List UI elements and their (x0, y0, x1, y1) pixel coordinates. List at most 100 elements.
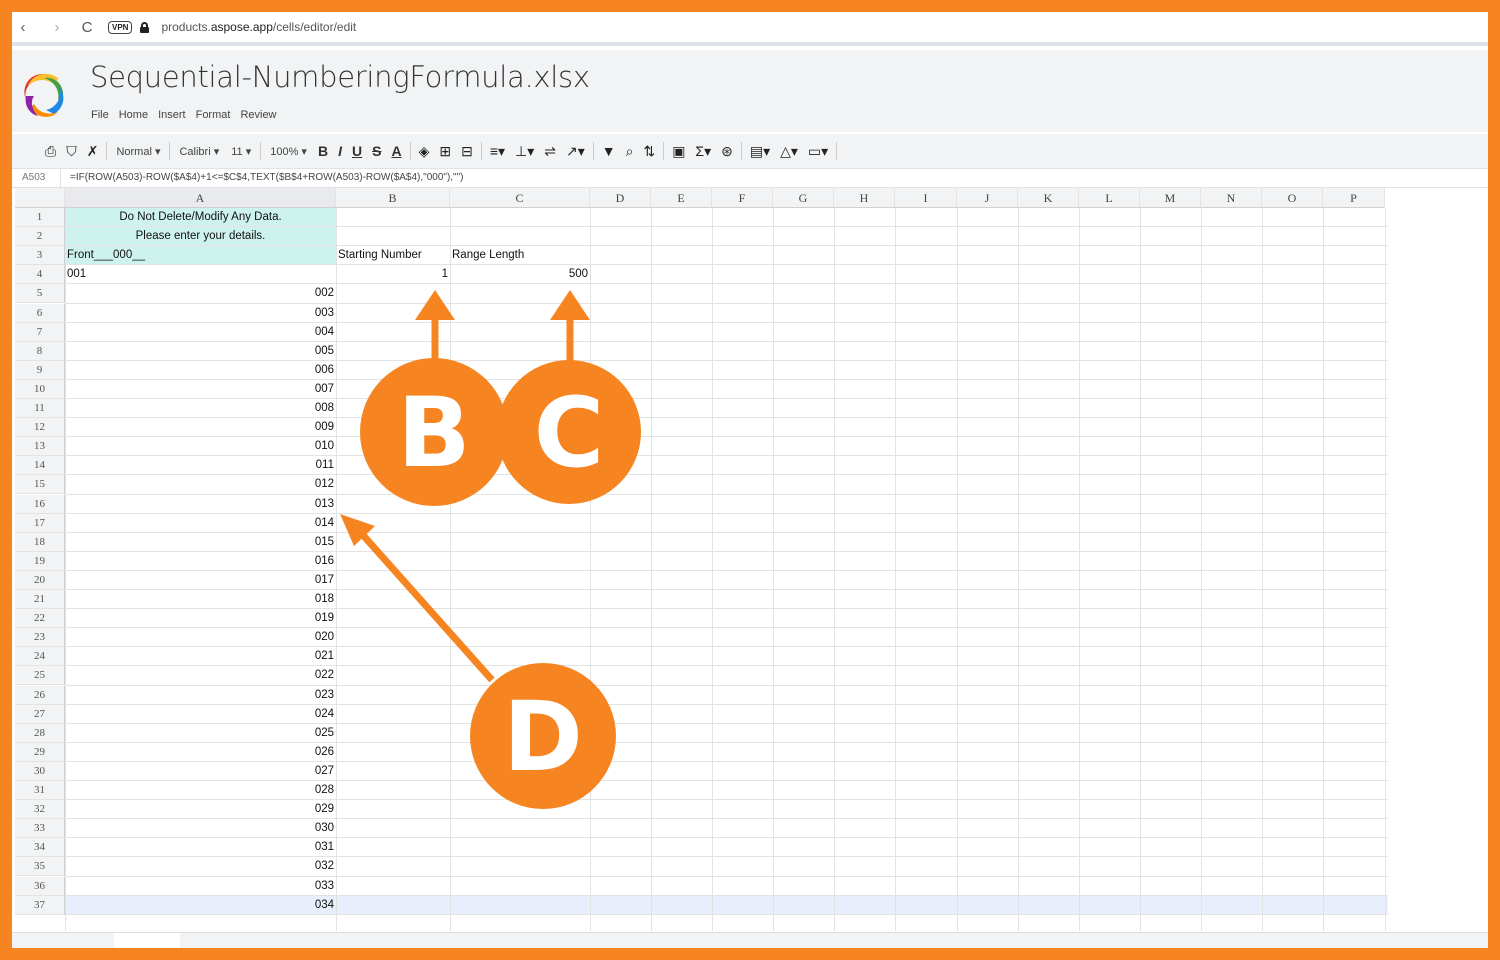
row-header-31[interactable]: 31 (15, 781, 65, 801)
style-select[interactable]: Normal ▾ (110, 145, 166, 158)
row-header-21[interactable]: 21 (15, 590, 65, 610)
vertical-align-icon[interactable]: ⊥▾ (510, 143, 539, 160)
cell-c3[interactable]: Range Length (450, 246, 590, 265)
select-all-corner[interactable] (15, 188, 65, 208)
cell-a34[interactable]: 031 (65, 838, 336, 857)
forward-button[interactable]: › (46, 19, 68, 36)
column-header-b[interactable]: B (336, 188, 450, 208)
cell-a14[interactable]: 011 (65, 456, 336, 475)
row-header-9[interactable]: 9 (15, 360, 65, 380)
cell-a21[interactable]: 018 (65, 590, 336, 609)
fill-color-icon[interactable]: ◈ (414, 143, 435, 160)
font-color-icon[interactable]: A (386, 143, 406, 159)
row-header-11[interactable]: 11 (15, 399, 65, 419)
menu-review[interactable]: Review (240, 109, 276, 121)
row-header-27[interactable]: 27 (15, 704, 65, 724)
zoom-select[interactable]: 100% ▾ (264, 145, 313, 158)
bold-icon[interactable]: B (313, 143, 333, 159)
cell-a20[interactable]: 017 (65, 571, 336, 590)
column-header-g[interactable]: G (773, 188, 834, 208)
cell-b3[interactable]: Starting Number (336, 246, 450, 265)
column-header-l[interactable]: L (1079, 188, 1140, 208)
column-header-j[interactable]: J (957, 188, 1018, 208)
row-header-33[interactable]: 33 (15, 819, 65, 839)
cell-a2[interactable]: Please enter your details. (65, 227, 336, 246)
cell-a7[interactable]: 004 (65, 323, 336, 342)
wrap-text-icon[interactable]: ⇌ (539, 143, 561, 160)
spreadsheet-grid[interactable]: A B C D E F G H I J K L M N O P 1 2 3 4 5 6 7 8 9 10 11 12 13 14 15 16 1… (15, 188, 1388, 931)
cell-a22[interactable]: 019 (65, 609, 336, 628)
menu-format[interactable]: Format (196, 109, 231, 121)
column-header-c[interactable]: C (450, 188, 590, 208)
strikethrough-icon[interactable]: S (367, 143, 386, 159)
paint-format-icon[interactable]: ⛉ (61, 143, 82, 160)
row-header-4[interactable]: 4 (15, 265, 65, 285)
menu-home[interactable]: Home (119, 109, 148, 121)
text-rotation-icon[interactable]: ↗▾ (561, 143, 590, 160)
back-button[interactable]: ‹ (12, 19, 34, 36)
cell-a32[interactable]: 029 (65, 800, 336, 819)
column-header-n[interactable]: N (1201, 188, 1262, 208)
cell-a37[interactable]: 034 (65, 896, 336, 915)
url-field[interactable]: products.aspose.app/cells/editor/edit (161, 20, 356, 34)
column-header-p[interactable]: P (1323, 188, 1385, 208)
column-header-a[interactable]: A (65, 188, 336, 208)
file-title[interactable]: Sequential-NumberingFormula.xlsx (90, 60, 590, 94)
column-header-o[interactable]: O (1262, 188, 1323, 208)
row-header-36[interactable]: 36 (15, 876, 65, 896)
cell-a6[interactable]: 003 (65, 304, 336, 323)
cell-a19[interactable]: 016 (65, 552, 336, 571)
row-header-5[interactable]: 5 (15, 284, 65, 304)
font-size-select[interactable]: 11 ▾ (225, 145, 257, 158)
sort-icon[interactable]: ⇅ (638, 143, 660, 160)
cell-a17[interactable]: 014 (65, 514, 336, 533)
lock-icon[interactable] (140, 21, 150, 33)
row-header-10[interactable]: 10 (15, 379, 65, 399)
horizontal-align-icon[interactable]: ≡▾ (485, 143, 510, 160)
underline-icon[interactable]: U (347, 143, 367, 159)
cell-a8[interactable]: 005 (65, 342, 336, 361)
print-icon[interactable]: ⎙ (40, 143, 61, 160)
row-header-32[interactable]: 32 (15, 800, 65, 820)
cell-c4[interactable]: 500 (450, 265, 590, 284)
cell-a11[interactable]: 008 (65, 399, 336, 418)
cell-a18[interactable]: 015 (65, 533, 336, 552)
cell-a15[interactable]: 012 (65, 475, 336, 494)
row-header-17[interactable]: 17 (15, 513, 65, 533)
cell-a28[interactable]: 025 (65, 724, 336, 743)
column-header-h[interactable]: H (834, 188, 895, 208)
cell-a23[interactable]: 020 (65, 628, 336, 647)
filter-icon[interactable]: ▼ (597, 143, 621, 159)
row-header-14[interactable]: 14 (15, 456, 65, 476)
formula-help-icon[interactable]: ⊛ (716, 143, 738, 160)
row-header-29[interactable]: 29 (15, 742, 65, 762)
row-header-34[interactable]: 34 (15, 838, 65, 858)
cell-a13[interactable]: 010 (65, 437, 336, 456)
merge-cells-icon[interactable]: ⊟ (456, 143, 478, 160)
freeze-icon[interactable]: ▣ (667, 143, 690, 160)
cell-a30[interactable]: 027 (65, 762, 336, 781)
row-header-30[interactable]: 30 (15, 761, 65, 781)
row-header-6[interactable]: 6 (15, 303, 65, 323)
italic-icon[interactable]: I (333, 143, 347, 159)
cell-a36[interactable]: 033 (65, 877, 336, 896)
row-header-25[interactable]: 25 (15, 666, 65, 686)
cell-a12[interactable]: 009 (65, 418, 336, 437)
column-header-e[interactable]: E (651, 188, 712, 208)
search-icon[interactable]: ⌕ (621, 143, 639, 160)
cell-a1[interactable]: Do Not Delete/Modify Any Data. (65, 208, 336, 227)
column-header-k[interactable]: K (1018, 188, 1079, 208)
clear-format-icon[interactable]: ✗ (82, 143, 104, 160)
row-header-8[interactable]: 8 (15, 341, 65, 361)
insert-shape-icon[interactable]: △▾ (775, 143, 803, 160)
cell-a35[interactable]: 032 (65, 857, 336, 876)
row-header-20[interactable]: 20 (15, 570, 65, 590)
row-header-24[interactable]: 24 (15, 647, 65, 667)
cell-a25[interactable]: 022 (65, 666, 336, 685)
row-header-22[interactable]: 22 (15, 609, 65, 629)
cell-a10[interactable]: 007 (65, 380, 336, 399)
cell-reference-box[interactable]: A503 (22, 172, 45, 183)
row-header-35[interactable]: 35 (15, 857, 65, 877)
cell-a26[interactable]: 023 (65, 686, 336, 705)
row-header-28[interactable]: 28 (15, 723, 65, 743)
